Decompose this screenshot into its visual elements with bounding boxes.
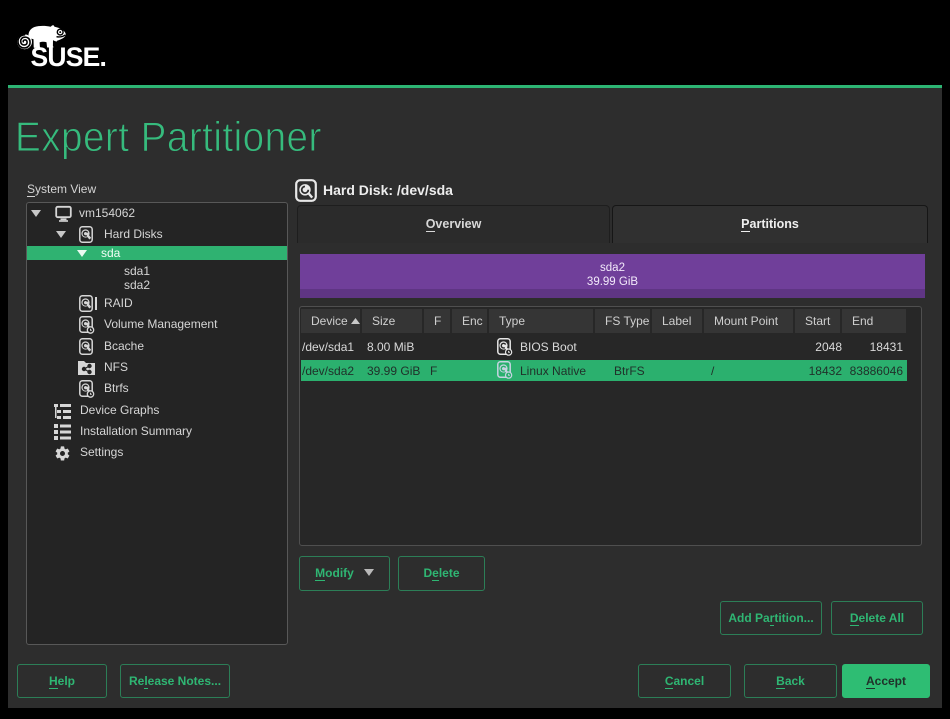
svg-text:SUSE.: SUSE. <box>31 42 107 72</box>
